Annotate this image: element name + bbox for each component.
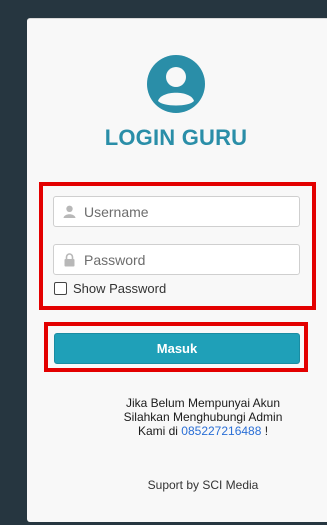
info-line-2: Silahkan Menghubungi Admin <box>123 410 283 424</box>
user-icon <box>54 197 84 226</box>
footer-credit: Suport by SCI Media <box>147 478 259 492</box>
username-field[interactable] <box>53 196 300 227</box>
admin-phone-link[interactable]: 085227216488 <box>181 424 261 438</box>
info-line-3: Kami di 085227216488 ! <box>27 424 327 438</box>
password-input[interactable] <box>84 245 294 274</box>
lock-icon <box>54 245 84 274</box>
show-password-toggle[interactable]: Show Password <box>54 281 166 296</box>
info-line-3-suffix: ! <box>261 424 269 438</box>
page-title: LOGIN GURU <box>104 125 248 150</box>
show-password-label: Show Password <box>73 281 167 296</box>
info-line-3-prefix: Kami di <box>137 424 182 438</box>
username-input[interactable] <box>84 197 294 226</box>
password-field[interactable] <box>53 244 300 275</box>
show-password-checkbox[interactable] <box>54 282 67 295</box>
login-button[interactable]: Masuk <box>54 333 300 364</box>
user-circle-icon <box>146 54 206 114</box>
contact-info: Jika Belum Mempunyai Akun Silahkan Mengh… <box>27 396 327 438</box>
info-line-1: Jika Belum Mempunyai Akun <box>125 396 281 410</box>
